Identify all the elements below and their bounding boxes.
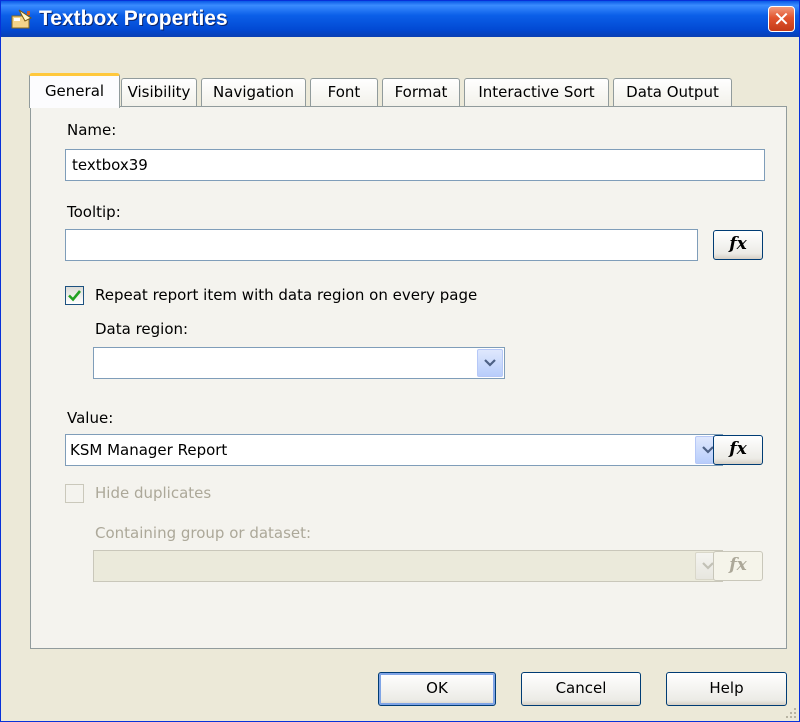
value-label: Value: — [67, 409, 114, 427]
resize-grip-icon[interactable] — [785, 707, 797, 719]
check-icon — [68, 290, 82, 302]
containing-group-label: Containing group or dataset: — [95, 524, 312, 542]
tab-general[interactable]: General — [29, 73, 120, 108]
name-input[interactable] — [65, 149, 765, 181]
chevron-down-icon[interactable] — [477, 349, 503, 377]
tooltip-label: Tooltip: — [67, 203, 121, 221]
close-button[interactable]: ✕ — [768, 6, 795, 32]
value-dropdown[interactable]: KSM Manager Report — [65, 434, 723, 466]
cancel-button[interactable]: Cancel — [521, 672, 641, 706]
general-tab-panel: Name: Tooltip: fx Repeat report item wit… — [30, 106, 787, 649]
close-icon: ✕ — [773, 7, 790, 31]
tab-data-output[interactable]: Data Output — [613, 78, 732, 106]
hide-duplicates-checkbox[interactable] — [65, 484, 84, 503]
data-region-label: Data region: — [95, 320, 189, 338]
dialog-window: Textbox Properties ✕ General Visibility … — [0, 0, 800, 722]
name-label: Name: — [67, 121, 117, 139]
fx-icon: fx — [729, 234, 747, 254]
value-text: KSM Manager Report — [70, 441, 228, 459]
window-title: Textbox Properties — [39, 7, 228, 30]
tab-format[interactable]: Format — [382, 78, 460, 106]
hide-duplicates-label: Hide duplicates — [95, 484, 212, 502]
tooltip-input[interactable] — [65, 229, 698, 261]
tab-interactive-sort[interactable]: Interactive Sort — [464, 78, 609, 106]
data-region-dropdown[interactable] — [93, 347, 505, 379]
tab-visibility[interactable]: Visibility — [121, 78, 197, 106]
title-bar[interactable]: Textbox Properties ✕ — [1, 1, 799, 37]
value-expression-button[interactable]: fx — [713, 435, 763, 465]
tab-navigation[interactable]: Navigation — [201, 78, 306, 106]
fx-icon: fx — [729, 555, 747, 575]
containing-group-expression-button[interactable]: fx — [713, 551, 763, 581]
tooltip-expression-button[interactable]: fx — [713, 230, 763, 260]
repeat-label: Repeat report item with data region on e… — [95, 286, 478, 304]
ok-button[interactable]: OK — [378, 672, 496, 706]
containing-group-dropdown[interactable] — [93, 550, 723, 582]
fx-icon: fx — [729, 439, 747, 459]
help-button[interactable]: Help — [666, 672, 787, 706]
tab-font[interactable]: Font — [310, 78, 378, 106]
properties-icon — [11, 9, 32, 29]
repeat-checkbox[interactable] — [65, 286, 84, 305]
